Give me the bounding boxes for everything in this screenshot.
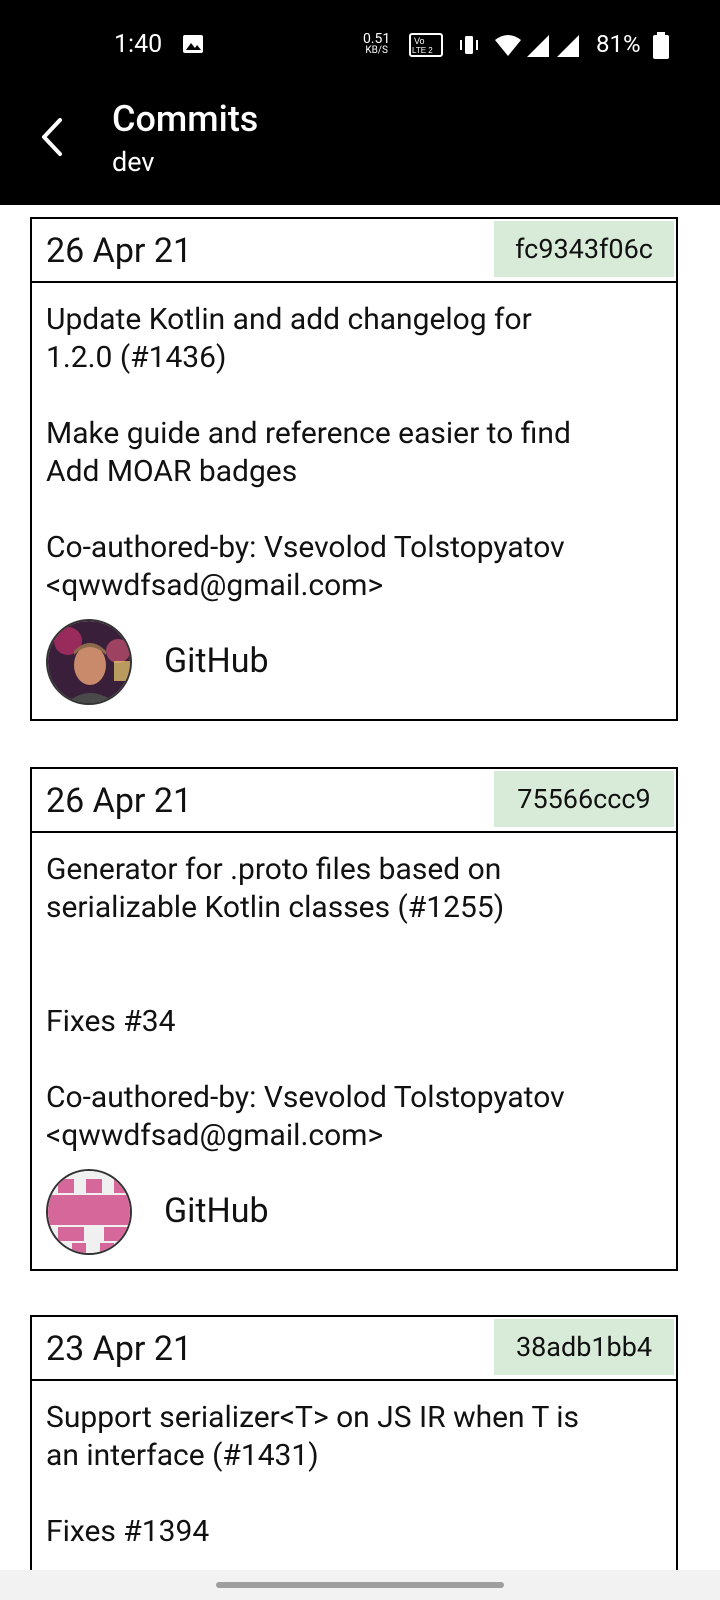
signal-icon <box>557 35 579 57</box>
commit-message-line: <qwwdfsad@gmail.com> <box>46 568 384 603</box>
author-name: GitHub <box>164 641 269 681</box>
commit-header: 23 Apr 21 38adb1bb4 <box>32 1317 676 1381</box>
commit-message-line: Update Kotlin and add changelog for <box>46 302 532 337</box>
commit-message-line <box>46 491 662 529</box>
commit-message-line: Support serializer<T> on JS IR when T is <box>46 1400 580 1435</box>
commit-message-line: Co-authored-by: Vsevolod Tolstopyatov <box>46 1080 565 1115</box>
commit-message-line: Add MOAR badges <box>46 454 298 489</box>
battery-percentage: 81% <box>596 30 641 58</box>
volte-icon: Vo LTE 2 <box>409 33 443 57</box>
commit-message-line <box>46 1475 662 1513</box>
commit-message-line: an interface (#1431) <box>46 1438 319 1473</box>
commit-date: 26 Apr 21 <box>46 781 193 821</box>
avatar <box>46 619 132 705</box>
commit-message-line: <qwwdfsad@gmail.com> <box>46 1118 384 1153</box>
commit-message-line: Fixes #34 <box>46 1004 176 1039</box>
back-arrow-icon <box>42 118 62 156</box>
commit-hash[interactable]: 75566ccc9 <box>494 771 674 827</box>
net-speed: 0.51 KB/S <box>363 32 390 57</box>
back-button[interactable] <box>28 112 78 162</box>
author-row[interactable]: GitHub <box>46 1169 662 1269</box>
commit-message-line: Generator for .proto files based on <box>46 852 502 887</box>
vibrate-icon <box>460 36 478 54</box>
commit-card[interactable]: 26 Apr 21 fc9343f06c Update Kotlin and a… <box>30 217 678 721</box>
branch-subtitle: dev <box>112 146 155 178</box>
gesture-nav-bar <box>0 1570 720 1600</box>
commit-header: 26 Apr 21 75566ccc9 <box>32 769 676 833</box>
author-name: GitHub <box>164 1191 269 1231</box>
commit-list[interactable]: 26 Apr 21 fc9343f06c Update Kotlin and a… <box>0 205 720 1570</box>
commit-message: Update Kotlin and add changelog for 1.2.… <box>32 283 676 719</box>
gallery-icon <box>183 35 203 53</box>
commit-message-line <box>46 377 662 415</box>
status-time: 1:40 <box>114 30 163 59</box>
avatar <box>46 1169 132 1255</box>
commit-hash[interactable]: fc9343f06c <box>494 221 674 277</box>
commit-message-line: 1.2.0 (#1436) <box>46 340 227 375</box>
commit-message-line <box>46 1041 662 1079</box>
volte-top-text: Vo <box>414 36 425 46</box>
commit-date: 26 Apr 21 <box>46 231 193 271</box>
net-speed-unit: KB/S <box>365 45 388 56</box>
app-bar: Commits dev <box>0 90 720 205</box>
commit-date: 23 Apr 21 <box>46 1329 193 1369</box>
commit-header: 26 Apr 21 fc9343f06c <box>32 219 676 283</box>
author-row[interactable]: GitHub <box>46 619 662 719</box>
battery-icon <box>653 32 669 59</box>
signal-icon <box>527 35 549 57</box>
commit-message: Generator for .proto files based on seri… <box>32 833 676 1269</box>
commit-message-line: Fixes #1394 <box>46 1514 210 1549</box>
status-bar: 1:40 0.51 KB/S Vo LTE 2 81% <box>0 0 720 90</box>
commit-card[interactable]: 23 Apr 21 38adb1bb4 Support serializer<T… <box>30 1315 678 1570</box>
commit-message-line: Co-authored-by: Vsevolod Tolstopyatov <box>46 530 565 565</box>
wifi-icon <box>495 35 521 56</box>
commit-message: Support serializer<T> on JS IR when T is… <box>32 1381 676 1551</box>
commit-message-line: serializable Kotlin classes (#1255) <box>46 890 505 925</box>
page-title: Commits <box>112 98 259 140</box>
volte-bottom-text: LTE 2 <box>412 46 433 55</box>
commit-message-line <box>46 965 662 1003</box>
home-gesture-handle[interactable] <box>216 1582 504 1588</box>
commit-message-line <box>46 927 662 965</box>
commit-hash[interactable]: 38adb1bb4 <box>494 1319 674 1375</box>
commit-message-line: Make guide and reference easier to find <box>46 416 571 451</box>
commit-card[interactable]: 26 Apr 21 75566ccc9 Generator for .proto… <box>30 767 678 1271</box>
